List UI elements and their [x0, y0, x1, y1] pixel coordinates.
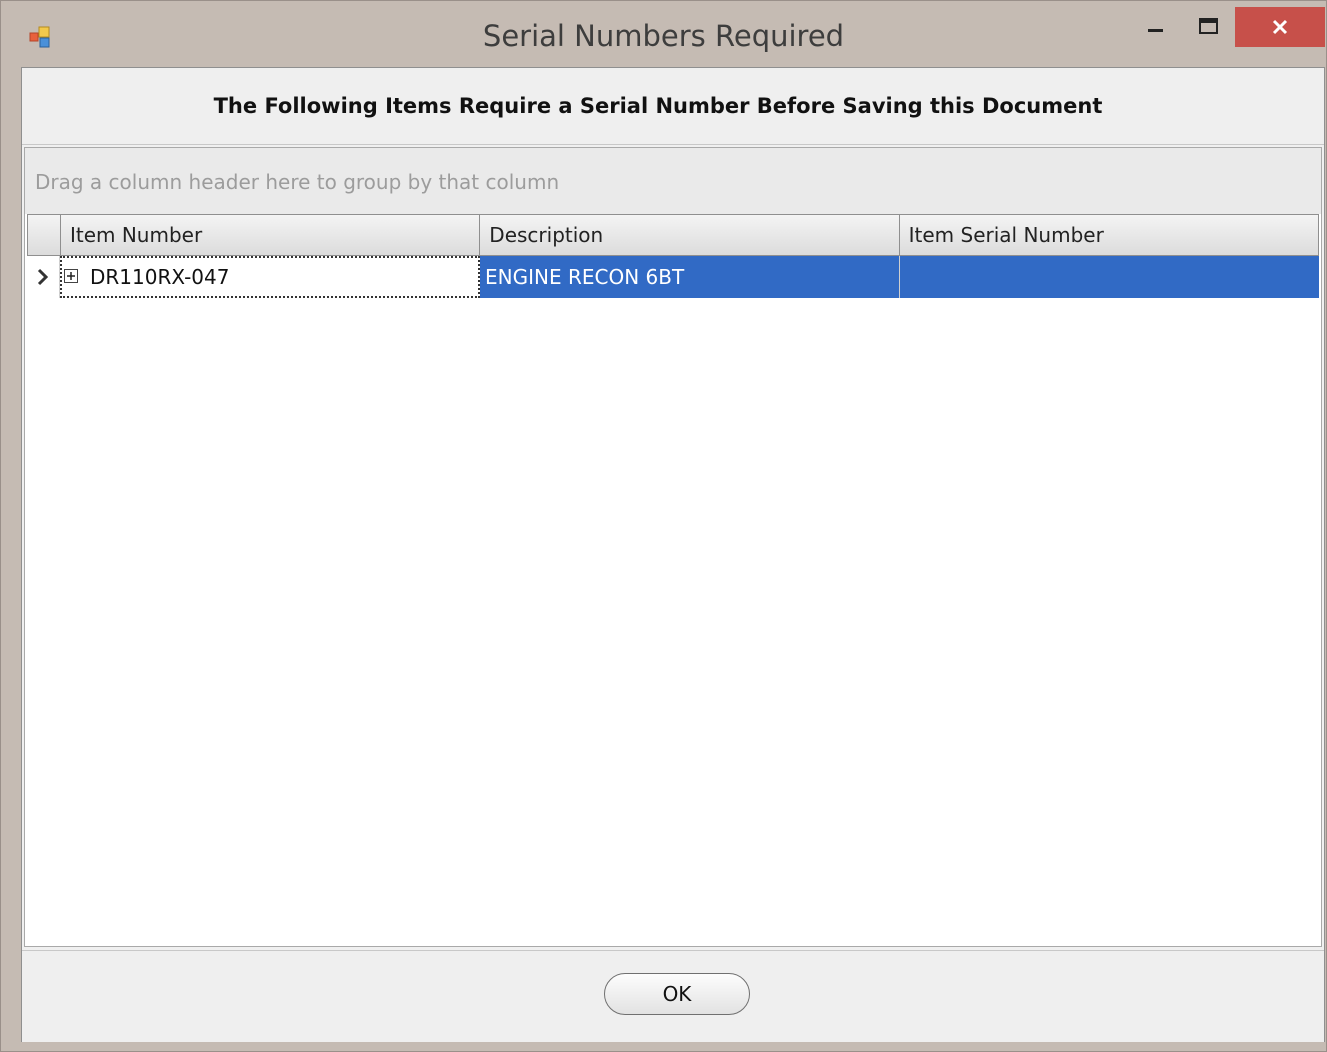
item-number-cell[interactable]: DR110RX-047 [60, 256, 480, 298]
group-by-area[interactable]: Drag a column header here to group by th… [25, 148, 1321, 214]
row-indicator [27, 256, 60, 298]
ok-button[interactable]: OK [604, 973, 750, 1015]
footer-panel: OK [22, 950, 1324, 1042]
dialog-client-area: The Following Items Require a Serial Num… [21, 67, 1325, 1042]
header-message: The Following Items Require a Serial Num… [213, 94, 1103, 118]
header-panel: The Following Items Require a Serial Num… [22, 68, 1324, 145]
item-number-value: DR110RX-047 [90, 265, 230, 289]
minimize-button[interactable] [1129, 7, 1183, 47]
title-bar[interactable]: Serial Numbers Required [1, 1, 1326, 67]
table-row[interactable]: DR110RX-047 ENGINE RECON 6BT [27, 256, 1319, 298]
serial-number-grid[interactable]: Drag a column header here to group by th… [24, 147, 1322, 947]
item-serial-number-cell[interactable] [900, 256, 1319, 298]
maximize-icon [1199, 18, 1218, 34]
column-header-description[interactable]: Description [480, 215, 900, 255]
expand-icon[interactable] [64, 269, 78, 283]
close-button[interactable] [1235, 7, 1325, 47]
serial-numbers-dialog: Serial Numbers Required The Following It… [0, 0, 1327, 1052]
column-header-item-serial-number[interactable]: Item Serial Number [900, 215, 1318, 255]
description-value: ENGINE RECON 6BT [485, 265, 685, 289]
header-corner [28, 215, 61, 255]
column-header-item-number[interactable]: Item Number [61, 215, 481, 255]
plus-icon [67, 272, 75, 280]
window-title: Serial Numbers Required [482, 19, 845, 53]
close-icon [1272, 19, 1288, 35]
chevron-right-icon [37, 268, 49, 286]
maximize-button[interactable] [1183, 7, 1235, 47]
description-cell[interactable]: ENGINE RECON 6BT [480, 256, 900, 298]
column-headers: Item Number Description Item Serial Numb… [27, 214, 1319, 256]
group-by-hint: Drag a column header here to group by th… [35, 170, 560, 194]
minimize-icon [1148, 29, 1163, 32]
